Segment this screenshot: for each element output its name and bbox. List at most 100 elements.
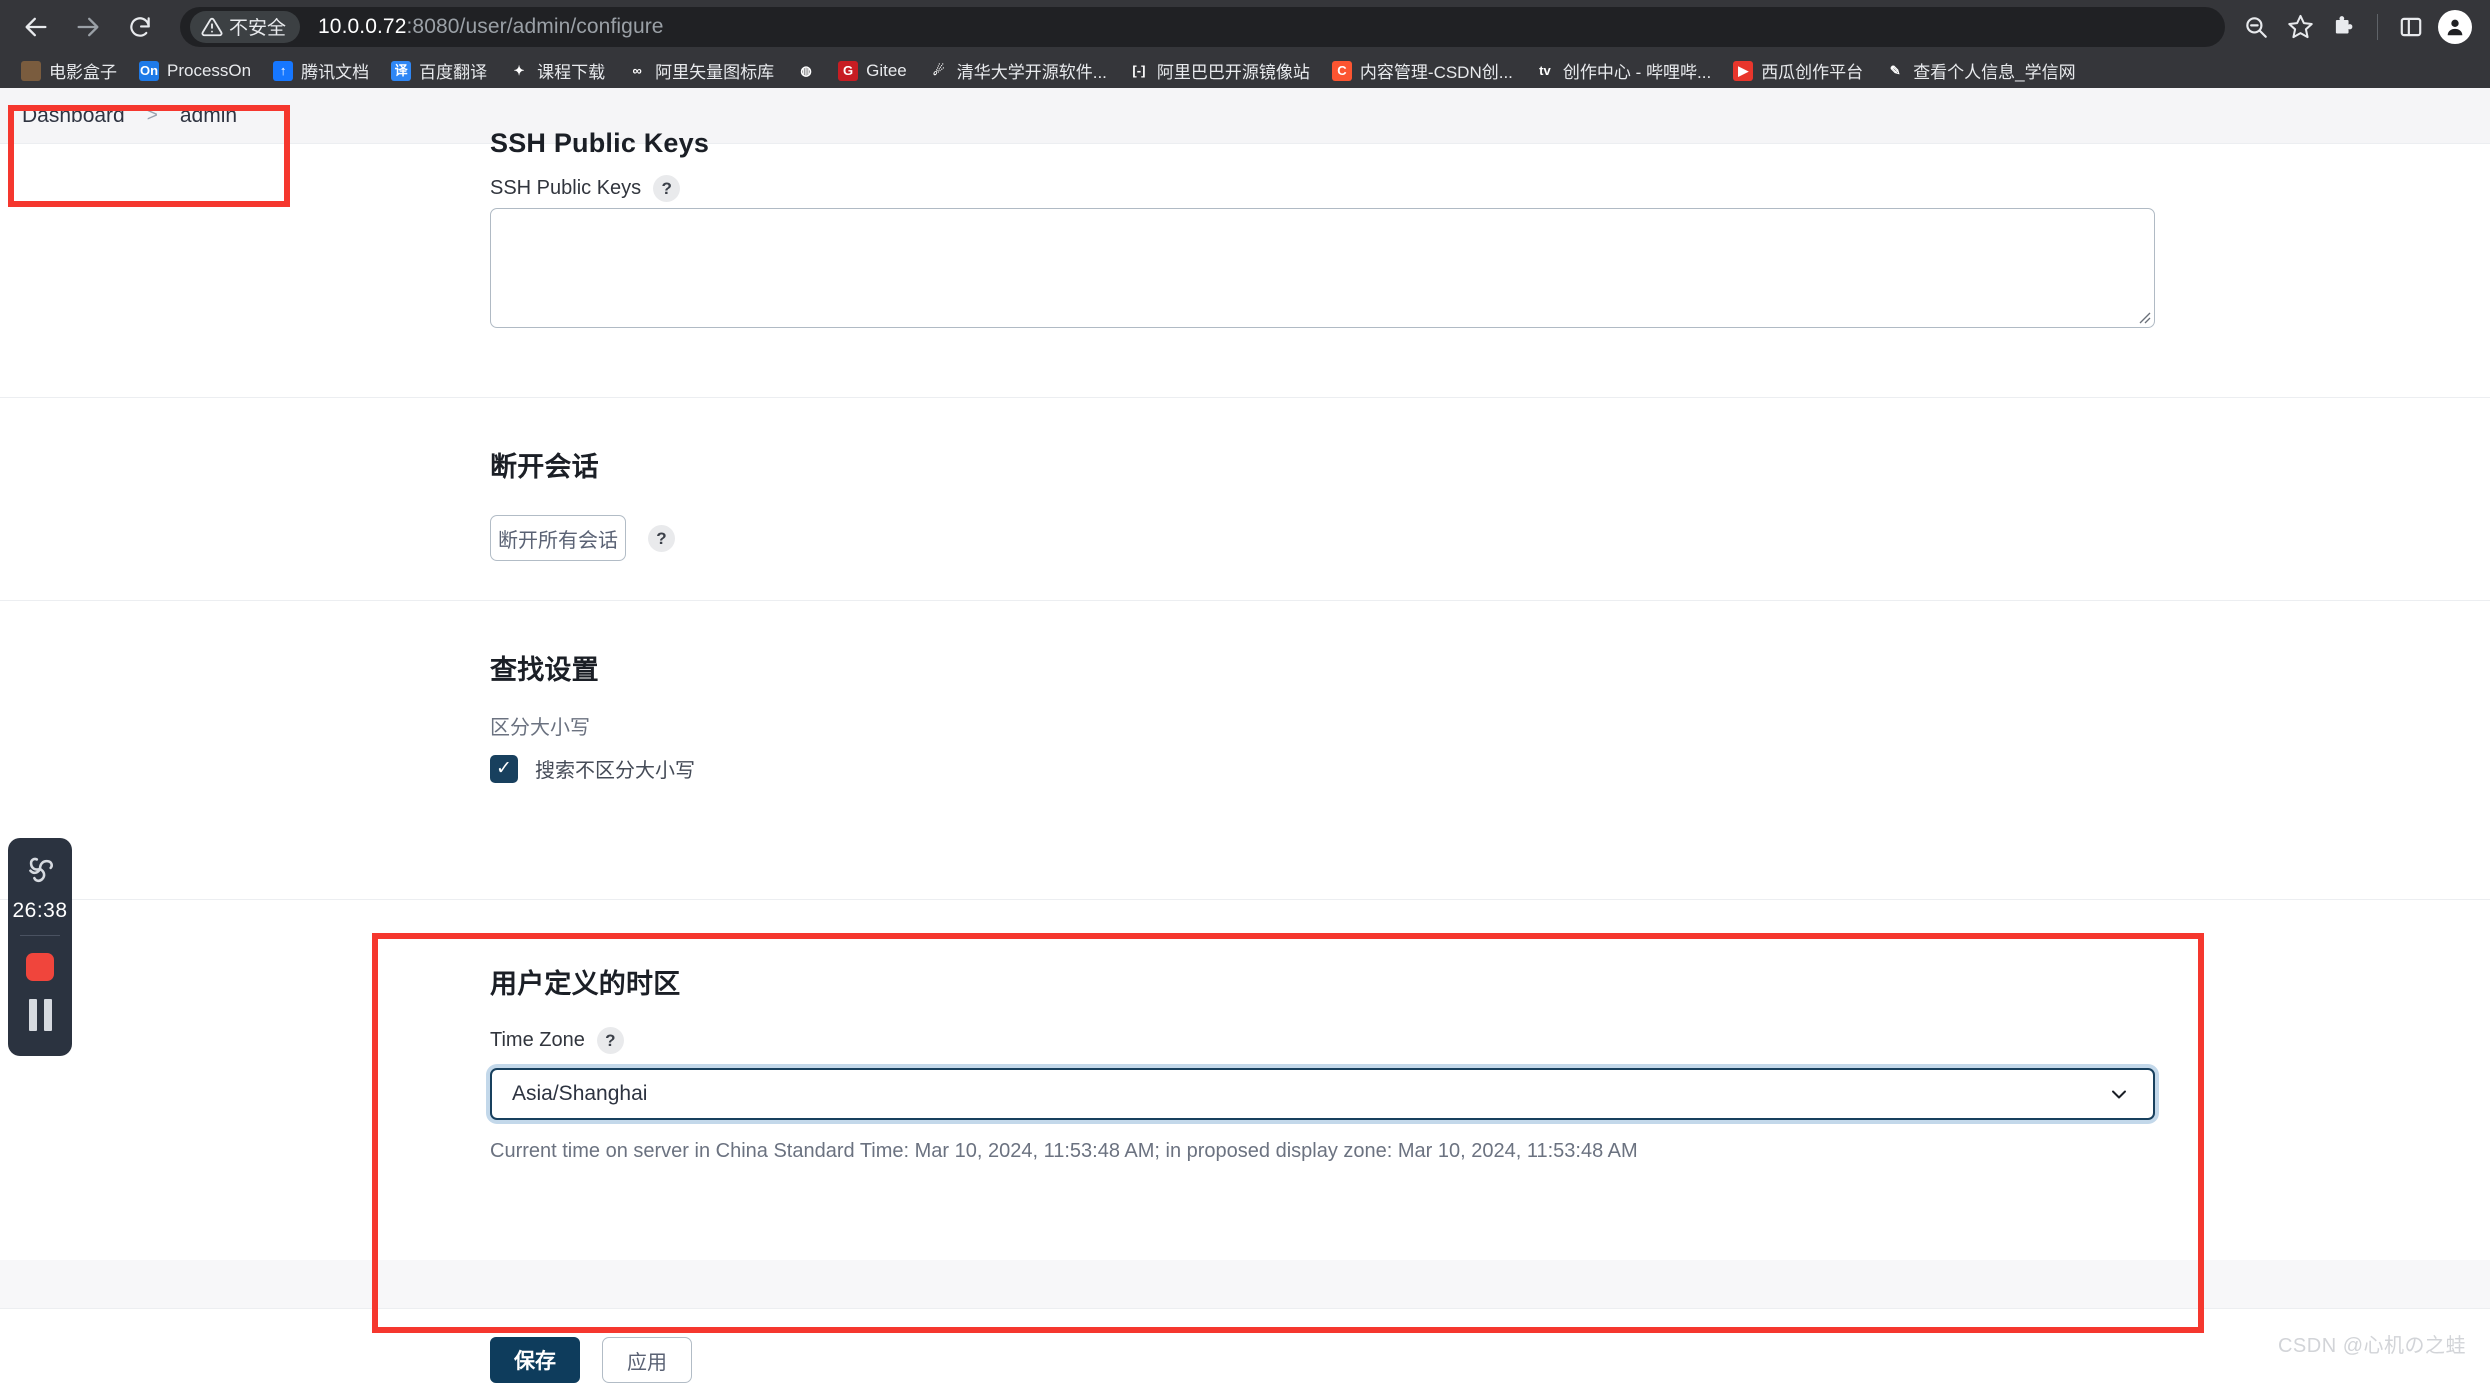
screen-recorder-widget[interactable]: 26:38 [8, 838, 72, 1056]
save-button[interactable]: 保存 [490, 1337, 580, 1383]
bookmark-label: 内容管理-CSDN创... [1359, 63, 1513, 82]
apply-button[interactable]: 应用 [602, 1337, 692, 1383]
extensions-button[interactable] [2323, 7, 2365, 47]
recorder-stop-button[interactable] [26, 953, 54, 981]
recorder-elapsed-time: 26:38 [12, 899, 68, 922]
star-icon [2287, 14, 2313, 39]
resize-handle-icon[interactable] [2135, 308, 2151, 324]
bookmark-item[interactable]: ✦ 课程下载 [498, 56, 616, 86]
bookmark-item[interactable]: On ProcessOn [128, 56, 262, 86]
ssh-public-keys-textarea[interactable] [490, 208, 2155, 328]
back-button[interactable] [10, 1, 62, 53]
bookmark-label: 电影盒子 [49, 63, 117, 82]
bookmark-label: 创作中心 - 哔哩哔... [1562, 63, 1712, 82]
recorder-divider [20, 935, 60, 936]
browser-chrome: 不安全 10.0.0.72:8080/user/admin/configure [0, 0, 2490, 88]
puzzle-piece-icon [2335, 15, 2353, 33]
gitee-icon: G [838, 60, 859, 81]
profile-button[interactable] [2434, 7, 2476, 47]
bookmark-item[interactable]: ☄ 清华大学开源软件... [918, 56, 1118, 86]
bookmark-label: 课程下载 [537, 63, 606, 82]
timezone-section-title: 用户定义的时区 [490, 969, 681, 999]
ssh-field-label-text: SSH Public Keys [490, 177, 642, 199]
processon-icon: On [139, 60, 159, 81]
csdn-icon: C [1331, 60, 1352, 81]
warning-triangle-icon [201, 16, 223, 38]
side-panel-button[interactable] [2390, 7, 2432, 47]
bookmark-label: 阿里矢量图标库 [655, 63, 775, 82]
xigua-icon: ▶ [1733, 60, 1754, 81]
pause-bar-left [28, 999, 37, 1031]
bookmark-item[interactable]: [-] 阿里巴巴开源镜像站 [1118, 56, 1321, 86]
toolbar-right-actions [2235, 7, 2490, 47]
bookmark-label: Gitee [866, 60, 907, 80]
bookmarks-bar: 电影盒子 On ProcessOn ↑ 腾讯文档译百度翻译 ✦ 课程下载 ∞ 阿里矢量图标库 ◍ G… [0, 53, 2490, 88]
timezone-select[interactable]: Asia/Shanghai [490, 1068, 2155, 1120]
arrow-left-icon [25, 17, 47, 36]
ssh-public-keys-section: SSH Public Keys SSH Public Keys ? [0, 88, 2490, 328]
reload-button[interactable] [114, 1, 166, 53]
recorder-logo-icon [23, 852, 57, 891]
url-path: :8080/user/admin/configure [406, 14, 664, 38]
bookmark-label: 清华大学开源软件... [956, 63, 1107, 82]
timezone-field-label: Time Zone ? [490, 1027, 624, 1054]
bookmark-item[interactable]: C 内容管理-CSDN创... [1321, 56, 1524, 86]
ssh-help-icon[interactable]: ? [653, 175, 681, 202]
bookmark-label: 西瓜创作平台 [1761, 63, 1864, 82]
arrow-right-icon [77, 17, 99, 36]
bookmark-item[interactable]: ▶ 西瓜创作平台 [1722, 56, 1874, 86]
toolbar-divider [2377, 13, 2378, 40]
bookmark-item[interactable]: G Gitee [827, 56, 918, 86]
footer-band [0, 1260, 2490, 1308]
zoom-out-icon [2246, 16, 2267, 38]
sessions-section-title: 断开会话 [490, 452, 599, 482]
bookmark-item[interactable]: 电影盒子 [10, 56, 128, 86]
browser-toolbar: 不安全 10.0.0.72:8080/user/admin/configure [0, 0, 2490, 53]
bookmark-item[interactable]: ↑ 腾讯文档 [262, 56, 380, 86]
bookmark-label: 腾讯文档 [301, 63, 370, 82]
bookmark-item[interactable]: ◍ [785, 56, 827, 86]
site-security-chip[interactable]: 不安全 [190, 10, 301, 43]
search-settings-title: 查找设置 [490, 655, 599, 685]
person-icon [2447, 19, 2463, 35]
address-bar[interactable]: 不安全 10.0.0.72:8080/user/admin/configure [180, 6, 2225, 47]
disconnect-sessions-section: 断开会话 断开所有会话 ? [0, 398, 2490, 568]
tencent-docs-icon: ↑ [273, 60, 294, 81]
avatar [2438, 9, 2472, 44]
section-divider-4 [0, 1308, 2490, 1309]
tuna-mirror-icon: ☄ [928, 60, 949, 81]
bookmark-label: ProcessOn [167, 60, 252, 80]
bilibili-icon: tv [1534, 60, 1555, 81]
sessions-help-icon[interactable]: ? [648, 524, 675, 552]
url-host: 10.0.0.72 [318, 14, 407, 38]
bookmark-item[interactable]: ∞ 阿里矢量图标库 [616, 56, 785, 86]
reload-icon [130, 16, 150, 37]
timezone-field-label-text: Time Zone [490, 1029, 585, 1051]
bookmark-item[interactable]: 译百度翻译 [380, 56, 498, 86]
recorder-pause-button[interactable] [28, 999, 52, 1031]
movie-box-icon [21, 60, 41, 81]
chsi-icon: ✎ [1885, 60, 1906, 81]
forward-button[interactable] [62, 1, 114, 53]
watermark: CSDN @心机の之蛙 [2277, 1335, 2466, 1357]
bookmark-item[interactable]: tv 创作中心 - 哔哩哔... [1524, 56, 1722, 86]
baidu-translate-icon: 译 [391, 60, 412, 81]
timezone-help-icon[interactable]: ? [596, 1027, 624, 1054]
zoom-out-button[interactable] [2235, 7, 2277, 47]
chevron-down-icon [2107, 1082, 2131, 1106]
pause-bar-right [43, 999, 52, 1031]
url-text: 10.0.0.72:8080/user/admin/configure [318, 15, 664, 39]
bookmark-item[interactable]: ✎ 查看个人信息_学信网 [1874, 56, 2086, 86]
case-insensitive-checkbox-label[interactable]: 搜索不区分大小写 [535, 754, 695, 783]
timezone-section: 用户定义的时区 Time Zone ? Asia/Shanghai Curren… [0, 900, 2490, 1260]
search-settings-section: 查找设置 区分大小写 ✓ 搜索不区分大小写 [0, 601, 2490, 911]
page-body: Dashboard > admin SSH Public Keys SSH Pu… [0, 88, 2490, 1383]
bookmark-label: 百度翻译 [419, 63, 488, 82]
iconfont-icon: ∞ [627, 60, 648, 81]
disconnect-all-sessions-button[interactable]: 断开所有会话 [490, 515, 626, 561]
globe-icon: ◍ [796, 60, 817, 81]
side-panel-icon [2400, 17, 2422, 36]
case-insensitive-checkbox[interactable]: ✓ [490, 754, 518, 783]
timezone-current-time-caption: Current time on server in China Standard… [490, 1140, 1638, 1162]
bookmark-star-button[interactable] [2279, 7, 2321, 47]
